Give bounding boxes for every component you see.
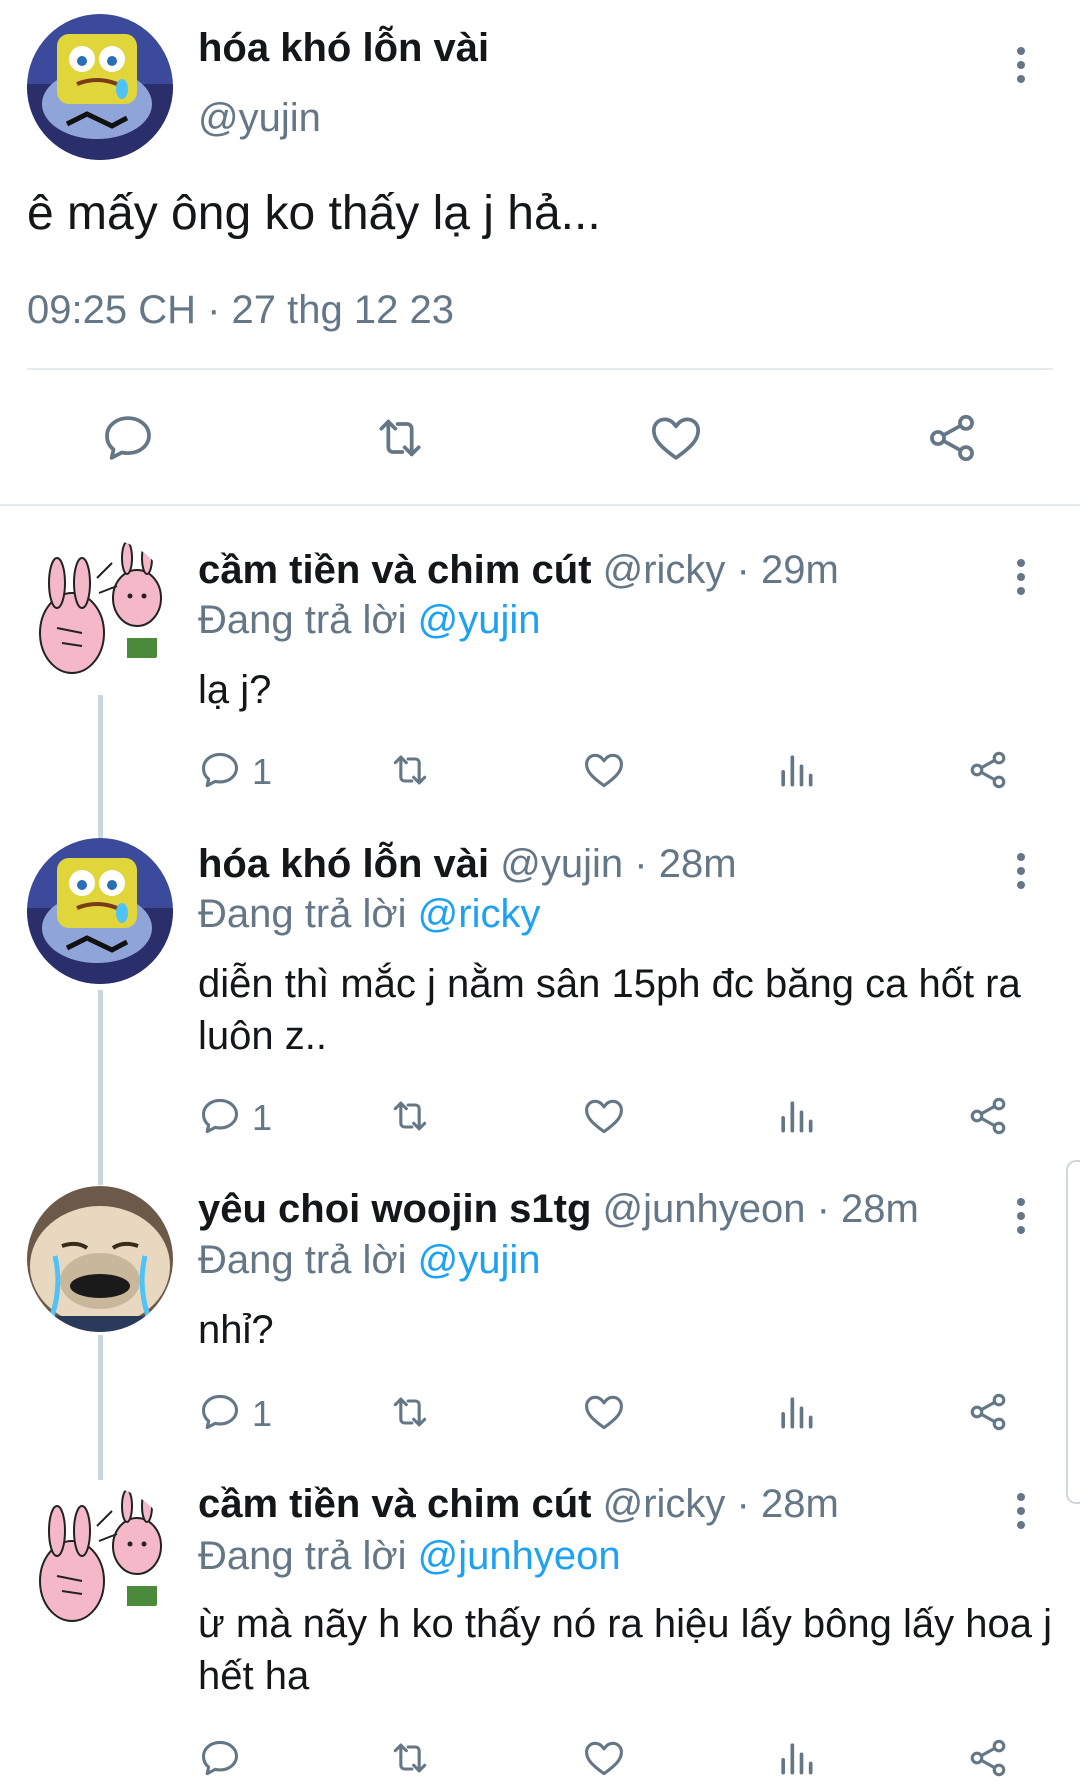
replying-label: Đang trả lời (198, 1238, 407, 1282)
mention-link[interactable]: @ricky (418, 892, 541, 936)
reply-author-name[interactable]: cầm tiền và chim cút (198, 1482, 591, 1526)
share-icon[interactable] (966, 1736, 1010, 1785)
share-icon[interactable] (966, 1094, 1010, 1143)
avatar[interactable] (27, 1186, 173, 1332)
reply-icon[interactable] (100, 410, 156, 471)
reply-text: ừ mà nãy h ko thấy nó ra hiệu lấy bông l… (198, 1602, 1052, 1698)
reply-icon[interactable] (198, 1390, 242, 1439)
replying-label: Đang trả lời (198, 1534, 407, 1578)
retweet-icon[interactable] (372, 410, 428, 471)
reply-author-name[interactable]: yêu choi woojin s1tg (198, 1187, 591, 1231)
reply-meta: cầm tiền và chim cút @ricky · 28m (198, 1482, 839, 1527)
tweet-text: ê mấy ông ko thấy lạ j hả... (27, 187, 601, 240)
like-icon[interactable] (648, 410, 704, 471)
more-icon[interactable] (1006, 1488, 1036, 1538)
avatar[interactable] (27, 838, 173, 984)
reply-time: · 28m (816, 1187, 919, 1231)
reply-author-handle[interactable]: @ricky (603, 548, 726, 592)
retweet-icon[interactable] (388, 1390, 432, 1439)
analytics-icon[interactable] (774, 1736, 818, 1785)
reply-meta: cầm tiền và chim cút @ricky · 29m (198, 548, 839, 593)
tweet-timestamp[interactable]: 09:25 CH · 27 thg 12 23 (27, 288, 454, 333)
retweet-icon[interactable] (388, 748, 432, 797)
mention-link[interactable]: @yujin (418, 1238, 541, 1282)
share-icon[interactable] (966, 748, 1010, 797)
author-name[interactable]: hóa khó lỗn vài (198, 26, 489, 71)
like-icon[interactable] (582, 1736, 626, 1785)
section-divider (0, 504, 1080, 506)
analytics-icon[interactable] (774, 748, 818, 797)
replying-to: Đang trả lời @junhyeon (198, 1534, 621, 1579)
more-icon[interactable] (1006, 1193, 1036, 1243)
share-icon[interactable] (924, 410, 980, 471)
reply-time: · 29m (736, 548, 839, 592)
more-icon[interactable] (1006, 554, 1036, 604)
replying-to: Đang trả lời @ricky (198, 892, 540, 937)
reply-text: diễn thì mắc j nằm sân 15ph đc băng ca h… (198, 962, 1021, 1058)
reply-count: 1 (252, 1097, 273, 1138)
like-icon[interactable] (582, 1094, 626, 1143)
more-icon[interactable] (1006, 42, 1036, 92)
reply-author-name[interactable]: hóa khó lỗn vài (198, 842, 489, 886)
reply-count: 1 (252, 751, 273, 792)
replying-to: Đang trả lời @yujin (198, 598, 541, 643)
reply-text: nhỉ? (198, 1308, 274, 1352)
avatar[interactable] (27, 538, 173, 684)
thread-line (98, 1335, 103, 1480)
like-icon[interactable] (582, 1390, 626, 1439)
avatar[interactable] (27, 14, 173, 160)
scrollbar[interactable] (1066, 1160, 1080, 1504)
mention-link[interactable]: @yujin (418, 598, 541, 642)
avatar[interactable] (27, 1486, 173, 1632)
share-icon[interactable] (966, 1390, 1010, 1439)
retweet-icon[interactable] (388, 1736, 432, 1785)
retweet-icon[interactable] (388, 1094, 432, 1143)
divider (27, 368, 1053, 370)
reply-author-handle[interactable]: @yujin (500, 842, 623, 886)
reply-time: · 28m (736, 1482, 839, 1526)
more-icon[interactable] (1006, 848, 1036, 898)
reply-author-handle[interactable]: @ricky (603, 1482, 726, 1526)
reply-time: · 28m (634, 842, 737, 886)
thread-line (98, 695, 103, 845)
mention-link[interactable]: @junhyeon (418, 1534, 621, 1578)
replying-label: Đang trả lời (198, 598, 407, 642)
reply-text: lạ j? (198, 668, 272, 712)
author-handle[interactable]: @yujin (198, 96, 321, 141)
reply-meta: hóa khó lỗn vài @yujin · 28m (198, 842, 737, 887)
reply-meta: yêu choi woojin s1tg @junhyeon · 28m (198, 1187, 919, 1232)
reply-icon[interactable] (198, 748, 242, 797)
reply-icon[interactable] (198, 1094, 242, 1143)
reply-icon[interactable] (198, 1736, 242, 1785)
analytics-icon[interactable] (774, 1390, 818, 1439)
thread-line (98, 990, 103, 1185)
reply-author-handle[interactable]: @junhyeon (603, 1187, 806, 1231)
replying-label: Đang trả lời (198, 892, 407, 936)
replying-to: Đang trả lời @yujin (198, 1238, 541, 1283)
analytics-icon[interactable] (774, 1094, 818, 1143)
reply-author-name[interactable]: cầm tiền và chim cút (198, 548, 591, 592)
like-icon[interactable] (582, 748, 626, 797)
reply-count: 1 (252, 1393, 273, 1434)
